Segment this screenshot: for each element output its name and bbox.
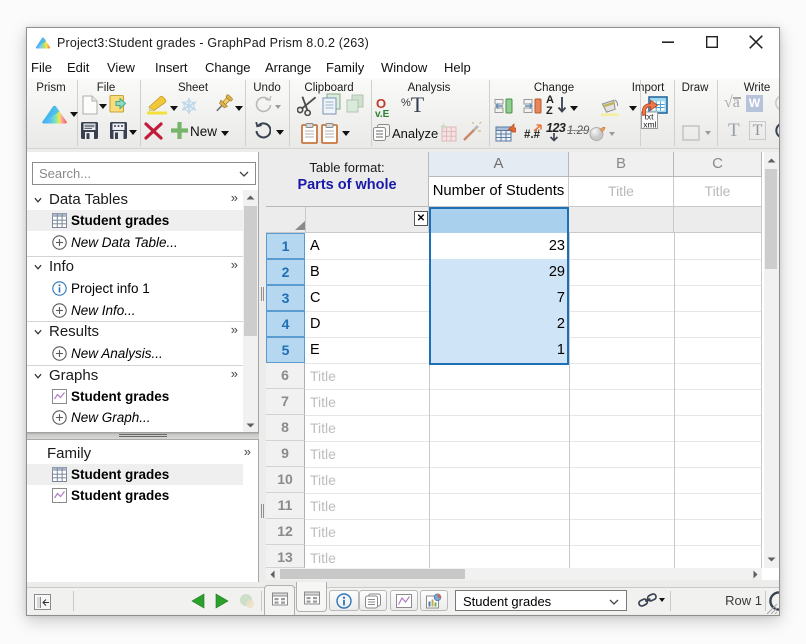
svg-text:xml: xml [643, 120, 656, 130]
